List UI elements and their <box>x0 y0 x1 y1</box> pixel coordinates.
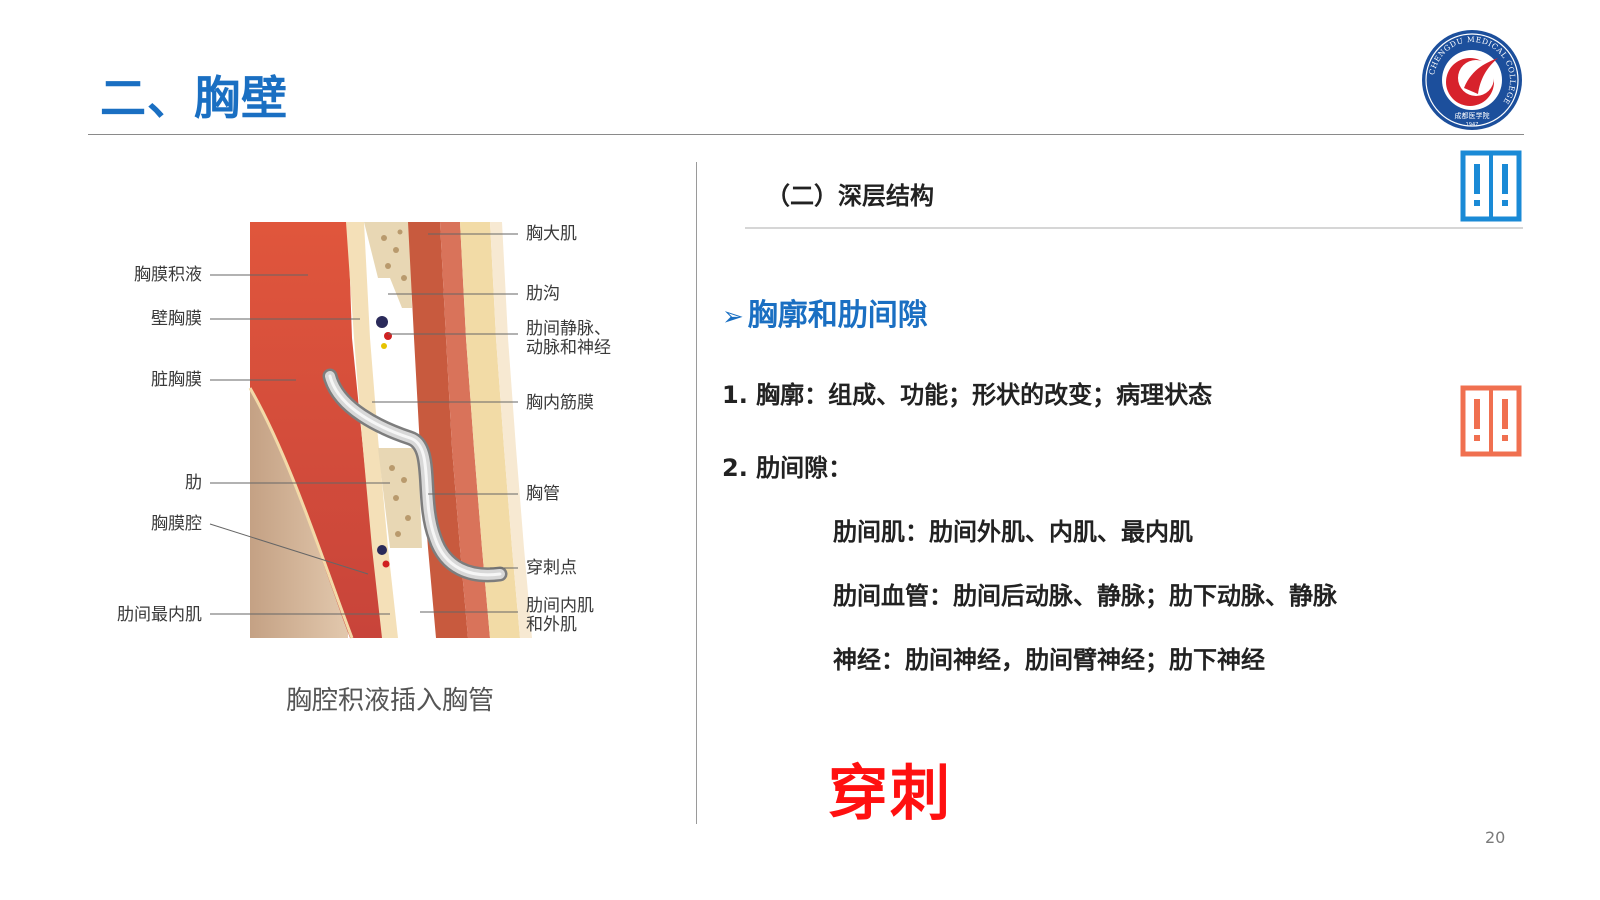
item-thoracic-cage: 1. 胸廓：组成、功能；形状的改变；病理状态 <box>722 381 1213 409</box>
sub-item-intercostal-vessels: 肋间血管：肋间后动脉、静脉；肋下动脉、静脉 <box>833 582 1337 610</box>
label-parietal-pleura: 壁胸膜 <box>151 309 202 329</box>
college-logo: CHENGDU MEDICAL COLLEGE 成都医学院 1947 <box>1422 30 1522 130</box>
arrow-bullet-icon: ➢ <box>722 302 744 332</box>
label-rib: 肋 <box>185 473 202 493</box>
label-pleural-cavity: 胸膜腔 <box>151 514 202 534</box>
logo-bottom-text: 成都医学院 <box>1455 111 1490 120</box>
logo-year: 1947 <box>1466 122 1479 128</box>
label-puncture-point: 穿刺点 <box>526 558 577 578</box>
sub-item-intercostal-muscles: 肋间肌：肋间外肌、内肌、最内肌 <box>833 518 1193 546</box>
section-subtitle: （二）深层结构 <box>766 182 934 210</box>
label-internal-external-muscle-2: 和外肌 <box>526 615 577 635</box>
label-pectoralis-major: 胸大肌 <box>526 224 577 244</box>
topic-heading: ➢ 胸廓和肋间隙 <box>722 290 928 334</box>
figure-caption: 胸腔积液插入胸管 <box>285 686 494 716</box>
label-chest-tube: 胸管 <box>526 484 560 504</box>
page-number: 20 <box>1485 828 1506 847</box>
label-internal-external-muscle-1: 肋间内肌 <box>526 596 594 616</box>
label-pleural-effusion: 胸膜积液 <box>134 265 202 285</box>
emphasis-puncture: 穿刺 <box>828 759 952 829</box>
exclamation-pair-icon <box>1460 150 1522 222</box>
label-endothoracic-fascia: 胸内筋膜 <box>526 393 594 413</box>
label-innermost-intercostal: 肋间最内肌 <box>117 605 202 625</box>
slide-title: 二、胸壁 <box>100 71 288 125</box>
exclamation-pair-icon <box>1460 385 1522 457</box>
label-intercostal-vessels-1: 肋间静脉、 <box>526 319 611 339</box>
subtitle-divider <box>745 227 1523 229</box>
column-divider <box>696 162 697 824</box>
label-costal-groove: 肋沟 <box>526 284 560 304</box>
topic-text: 胸廓和肋间隙 <box>747 298 928 333</box>
label-intercostal-vessels-2: 动脉和神经 <box>526 338 611 358</box>
chest-wall-illustration: 胸膜积液 壁胸膜 脏胸膜 肋 胸膜腔 肋间最内肌 胸大肌 肋沟 肋间静脉、 动脉… <box>117 222 611 639</box>
sub-item-nerves: 神经：肋间神经，肋间臂神经；肋下神经 <box>833 646 1265 674</box>
title-divider <box>88 134 1524 135</box>
item-intercostal-space: 2. 肋间隙： <box>722 454 853 482</box>
label-visceral-pleura: 脏胸膜 <box>151 370 202 390</box>
